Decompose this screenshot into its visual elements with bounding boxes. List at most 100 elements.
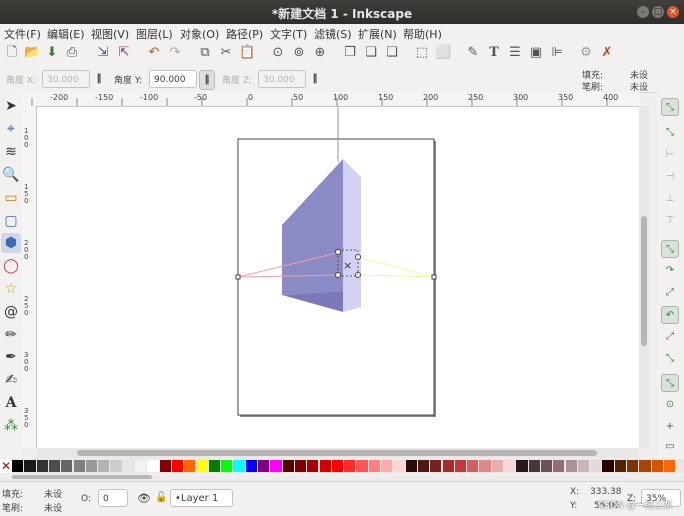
horizontal-scrollbar[interactable]	[37, 448, 639, 458]
vertical-scroll-thumb[interactable]	[641, 216, 647, 346]
snap-midpoint-icon[interactable]: ⤡	[661, 350, 679, 368]
print-icon[interactable]: ⎙	[64, 45, 80, 61]
fill-stroke-icon[interactable]: ✎	[465, 45, 481, 61]
palette-swatch[interactable]	[147, 460, 159, 472]
clone-icon[interactable]: ❏	[363, 45, 379, 61]
palette-swatch[interactable]	[356, 460, 368, 472]
close-button[interactable]: ×	[667, 6, 679, 18]
snap-rotation-center-icon[interactable]: +	[661, 418, 679, 436]
palette-swatch[interactable]	[454, 460, 467, 472]
layers-icon[interactable]: ☰	[507, 45, 523, 61]
snap-page-icon[interactable]: ▭	[661, 438, 679, 456]
zoom-tool-icon[interactable]: 🔍	[1, 165, 21, 185]
snap-bbox-midpoint-icon[interactable]: ⊥	[661, 190, 679, 208]
snap-bbox-corner-icon[interactable]: ⊣	[661, 168, 679, 186]
palette-swatch[interactable]	[417, 460, 430, 472]
xml-editor-icon[interactable]: ▣	[528, 45, 544, 61]
no-paint-icon[interactable]: ✕	[0, 459, 12, 473]
opacity-input[interactable]: 0	[98, 489, 128, 507]
palette-swatch[interactable]	[590, 460, 602, 472]
palette-swatch[interactable]	[208, 460, 221, 472]
palette-swatch[interactable]	[294, 460, 307, 472]
text-font-icon[interactable]: T	[486, 45, 502, 61]
export-icon[interactable]: ⇱	[116, 45, 132, 61]
rectangle-tool-icon[interactable]: ▢	[1, 211, 21, 231]
layer-dropdown[interactable]: •Layer 1	[170, 489, 233, 507]
duplicate-icon[interactable]: ❐	[342, 45, 358, 61]
menu-object[interactable]: 对象(O)	[180, 26, 219, 42]
tweak-tool-icon[interactable]: ≋	[1, 142, 21, 162]
palette-swatch[interactable]	[663, 460, 676, 472]
snap-enable-icon[interactable]: ⤡	[661, 98, 679, 116]
palette-swatch[interactable]	[442, 460, 454, 472]
vertical-scrollbar[interactable]	[639, 106, 649, 448]
snap-intersection-icon[interactable]: ⤢	[661, 284, 679, 302]
palette-swatch[interactable]	[565, 460, 577, 472]
snap-nodes-icon[interactable]: ⤡	[661, 240, 679, 258]
pen-tool-icon[interactable]: ✒	[1, 347, 21, 367]
maximize-button[interactable]: □	[652, 6, 664, 18]
palette-swatch[interactable]	[307, 460, 319, 472]
snap-path-icon[interactable]: ↷	[661, 262, 679, 280]
palette-swatch[interactable]	[48, 460, 61, 472]
palette-swatch[interactable]	[516, 460, 528, 472]
palette-scroll-thumb[interactable]	[12, 475, 152, 479]
palette-swatch[interactable]	[331, 460, 344, 472]
palette-swatch[interactable]	[602, 460, 614, 472]
preferences-icon[interactable]: ⚙	[578, 45, 594, 61]
menu-file[interactable]: 文件(F)	[4, 26, 41, 42]
menu-view[interactable]: 视图(V)	[91, 26, 129, 42]
selector-tool-icon[interactable]: ➤	[1, 96, 21, 116]
zoom-page-icon[interactable]: ⊕	[312, 45, 328, 61]
palette-swatch[interactable]	[651, 460, 663, 472]
vp-y-toggle[interactable]: ‖	[199, 70, 215, 90]
palette-swatch[interactable]	[258, 460, 270, 472]
palette-swatch[interactable]	[479, 460, 491, 472]
palette-swatch[interactable]	[430, 460, 442, 472]
menu-edit[interactable]: 编辑(E)	[47, 26, 85, 42]
palette-swatch[interactable]	[110, 460, 122, 472]
palette-swatch[interactable]	[405, 460, 417, 472]
ungroup-icon[interactable]: ⬜	[435, 45, 451, 61]
snap-bbox-edge-icon[interactable]: ⊢	[661, 146, 679, 164]
palette-scrollbar[interactable]	[0, 473, 684, 481]
paste-icon[interactable]: 📋	[239, 45, 255, 61]
redo-icon[interactable]: ↷	[167, 45, 183, 61]
palette-swatch[interactable]	[171, 460, 184, 472]
undo-icon[interactable]: ↶	[146, 45, 162, 61]
palette-swatch[interactable]	[245, 460, 257, 472]
palette-swatch[interactable]	[639, 460, 651, 472]
palette-swatch[interactable]	[319, 460, 331, 472]
group-icon[interactable]: ⬚	[414, 45, 430, 61]
palette-swatch[interactable]	[393, 460, 405, 472]
palette-swatch[interactable]	[36, 460, 48, 472]
vp-x-toggle[interactable]: ‖	[92, 70, 106, 88]
palette-swatch[interactable]	[221, 460, 233, 472]
angle-y-input[interactable]: 90.000	[149, 70, 197, 88]
palette-swatch[interactable]	[282, 460, 294, 472]
horizontal-scroll-thumb[interactable]	[77, 450, 597, 456]
text-tool-icon[interactable]: A	[1, 393, 21, 413]
menu-text[interactable]: 文字(T)	[270, 26, 307, 42]
box3d-tool-icon[interactable]: ⬢	[1, 233, 21, 253]
snap-cusp-icon[interactable]: ↶	[661, 306, 679, 324]
palette-swatch[interactable]	[614, 460, 626, 472]
snap-bbox-center-icon[interactable]: ⊤	[661, 212, 679, 230]
angle-x-input[interactable]: 30.000	[42, 70, 90, 88]
palette-swatch[interactable]	[270, 460, 282, 472]
minimize-button[interactable]: –	[637, 6, 649, 18]
copy-icon[interactable]: ⧉	[197, 45, 213, 61]
zoom-selection-icon[interactable]: ⊙	[270, 45, 286, 61]
palette-swatch[interactable]	[61, 460, 73, 472]
palette-swatch[interactable]	[344, 460, 356, 472]
palette-swatch[interactable]	[553, 460, 565, 472]
new-document-icon[interactable]: 🗋	[4, 45, 20, 61]
import-icon[interactable]: ⇲	[95, 45, 111, 61]
palette-swatch[interactable]	[467, 460, 479, 472]
palette-swatch[interactable]	[73, 460, 85, 472]
calligraphy-tool-icon[interactable]: ✍	[1, 370, 21, 390]
snap-smooth-icon[interactable]: ⤢	[661, 328, 679, 346]
drawing-canvas[interactable]: ×	[37, 107, 639, 448]
palette-swatch[interactable]	[135, 460, 147, 472]
pencil-tool-icon[interactable]: ✏	[1, 325, 21, 345]
